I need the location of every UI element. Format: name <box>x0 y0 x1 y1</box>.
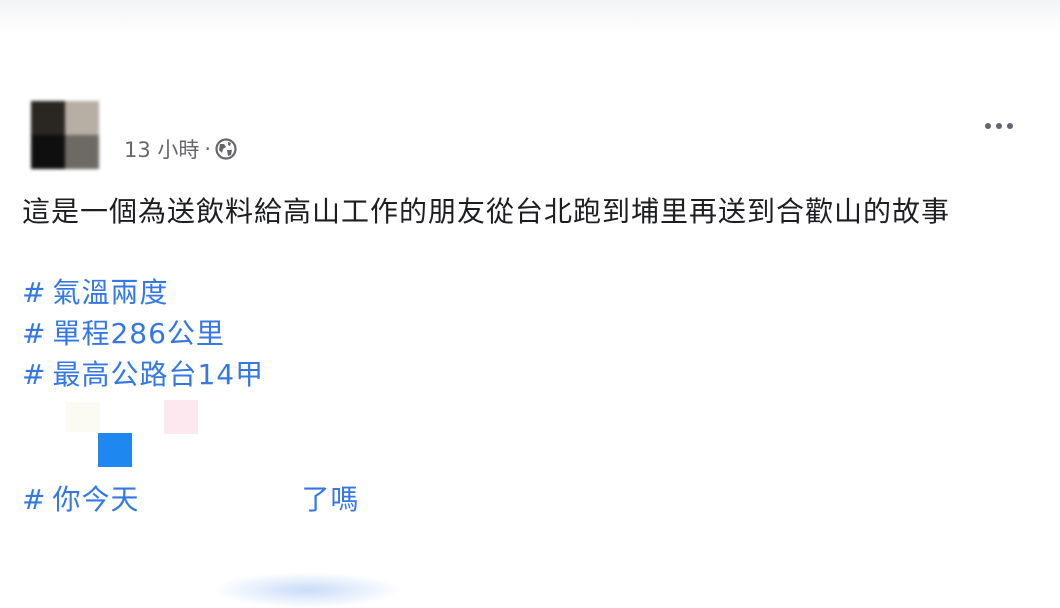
post-body-text: 這是一個為送飲料給高山工作的朋友從台北跑到埔里再送到合歡山的故事 <box>22 195 951 228</box>
hashtag-link[interactable]: # 氣溫兩度 <box>22 273 168 313</box>
avatar[interactable] <box>31 101 99 169</box>
facebook-post: 13 小時 · 這是一個為送飲料給高山工作的朋友從台北跑到埔里再送到合歡山的故事… <box>0 0 1060 608</box>
globe-icon[interactable] <box>215 138 237 160</box>
hashtag-link[interactable]: # 你今天 了嗎 <box>22 480 360 520</box>
meta-separator: · <box>204 137 212 161</box>
header-fade <box>0 0 1060 34</box>
emoji-blurred <box>164 400 198 434</box>
hashtag-link[interactable]: # 最高公路台14甲 <box>22 355 264 395</box>
emoji-blurred <box>66 402 100 432</box>
emoji-blue-square <box>98 433 132 467</box>
hashtag-link[interactable]: # 單程286公里 <box>22 314 225 354</box>
more-options-icon[interactable] <box>976 112 1022 140</box>
post-timestamp[interactable]: 13 小時 <box>124 134 199 164</box>
blurred-element <box>212 572 402 608</box>
post-meta: 13 小時 · <box>124 134 237 164</box>
